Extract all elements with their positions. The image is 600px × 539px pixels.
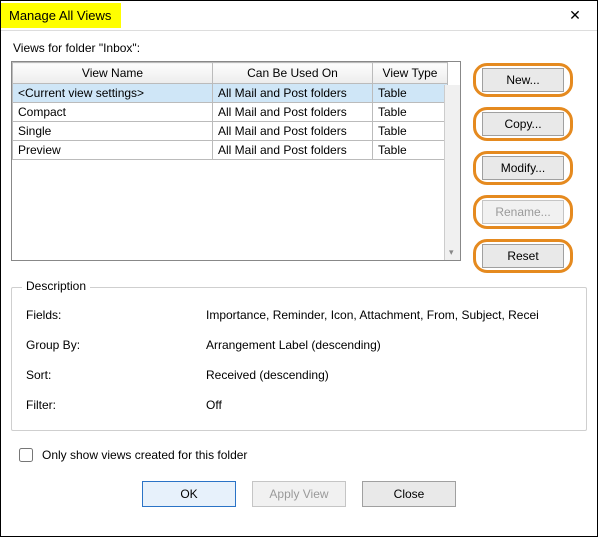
side-buttons: New... Copy... Modify... Rename... Reset	[473, 61, 573, 273]
fields-label: Fields:	[26, 308, 206, 322]
apply-button: Apply View	[252, 481, 346, 507]
cell-view-type: Table	[373, 122, 448, 141]
titlebar: Manage All Views ✕	[1, 1, 597, 31]
main-row: View Name Can Be Used On View Type <Curr…	[11, 61, 587, 273]
cell-used-on: All Mail and Post folders	[213, 122, 373, 141]
group-by-label: Group By:	[26, 338, 206, 352]
description-legend: Description	[22, 279, 90, 293]
views-table[interactable]: View Name Can Be Used On View Type <Curr…	[12, 62, 448, 160]
copy-button[interactable]: Copy...	[482, 112, 564, 136]
dialog-body: Views for folder "Inbox": View Name Can …	[1, 31, 597, 507]
sort-value[interactable]: Received (descending)	[206, 368, 572, 382]
fields-value[interactable]: Importance, Reminder, Icon, Attachment, …	[206, 308, 572, 322]
only-this-folder-label: Only show views created for this folder	[42, 448, 247, 462]
close-button[interactable]: Close	[362, 481, 456, 507]
only-this-folder-row[interactable]: Only show views created for this folder	[15, 445, 583, 465]
cell-view-type: Table	[373, 84, 448, 103]
table-row[interactable]: Compact All Mail and Post folders Table	[13, 103, 448, 122]
col-view-name[interactable]: View Name	[13, 63, 213, 84]
scrollbar[interactable]: ▾	[444, 85, 460, 260]
desc-row-filter: Filter: Off	[26, 390, 572, 420]
reset-button[interactable]: Reset	[482, 244, 564, 268]
cell-used-on: All Mail and Post folders	[213, 84, 373, 103]
dialog-title: Manage All Views	[1, 3, 121, 28]
col-view-type[interactable]: View Type	[373, 63, 448, 84]
cell-used-on: All Mail and Post folders	[213, 141, 373, 160]
cell-used-on: All Mail and Post folders	[213, 103, 373, 122]
close-icon[interactable]: ✕	[553, 1, 597, 31]
sort-label: Sort:	[26, 368, 206, 382]
table-header-row: View Name Can Be Used On View Type	[13, 63, 448, 84]
highlight: Modify...	[473, 151, 573, 185]
views-table-wrap: View Name Can Be Used On View Type <Curr…	[11, 61, 461, 261]
chevron-down-icon: ▾	[449, 247, 454, 258]
manage-views-dialog: Manage All Views ✕ Views for folder "Inb…	[0, 0, 598, 537]
footer-buttons: OK Apply View Close	[11, 481, 587, 507]
cell-view-name: Single	[13, 122, 213, 141]
group-by-value[interactable]: Arrangement Label (descending)	[206, 338, 572, 352]
cell-view-name: <Current view settings>	[13, 84, 213, 103]
description-group: Description Fields: Importance, Reminder…	[11, 287, 587, 431]
desc-row-fields: Fields: Importance, Reminder, Icon, Atta…	[26, 300, 572, 330]
only-this-folder-checkbox[interactable]	[19, 448, 33, 462]
cell-view-type: Table	[373, 141, 448, 160]
cell-view-name: Preview	[13, 141, 213, 160]
highlight: Reset	[473, 239, 573, 273]
new-button[interactable]: New...	[482, 68, 564, 92]
rename-button: Rename...	[482, 200, 564, 224]
col-can-be-used[interactable]: Can Be Used On	[213, 63, 373, 84]
table-row[interactable]: <Current view settings> All Mail and Pos…	[13, 84, 448, 103]
desc-row-group: Group By: Arrangement Label (descending)	[26, 330, 572, 360]
filter-label: Filter:	[26, 398, 206, 412]
desc-row-sort: Sort: Received (descending)	[26, 360, 572, 390]
modify-button[interactable]: Modify...	[482, 156, 564, 180]
table-row[interactable]: Single All Mail and Post folders Table	[13, 122, 448, 141]
highlight: Rename...	[473, 195, 573, 229]
ok-button[interactable]: OK	[142, 481, 236, 507]
cell-view-name: Compact	[13, 103, 213, 122]
folder-label: Views for folder "Inbox":	[13, 41, 587, 55]
highlight: Copy...	[473, 107, 573, 141]
table-row[interactable]: Preview All Mail and Post folders Table	[13, 141, 448, 160]
highlight: New...	[473, 63, 573, 97]
filter-value[interactable]: Off	[206, 398, 572, 412]
cell-view-type: Table	[373, 103, 448, 122]
